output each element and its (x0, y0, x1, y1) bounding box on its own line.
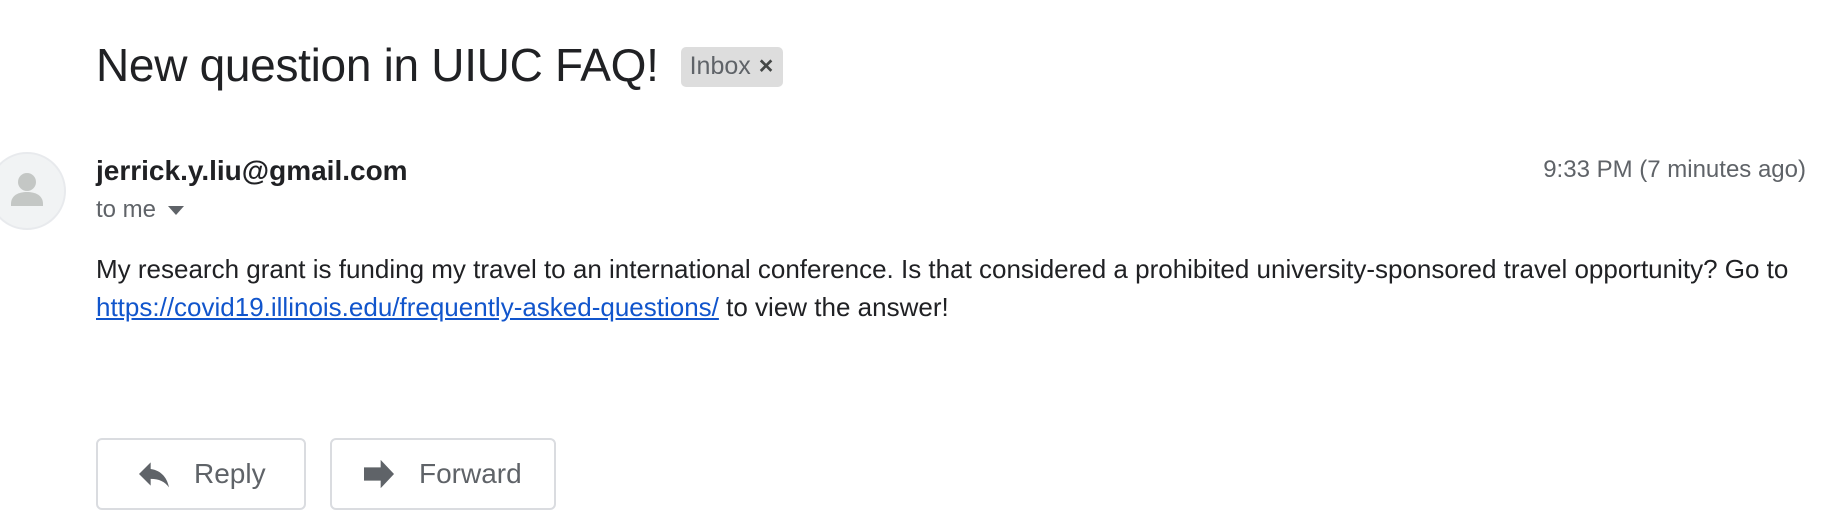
reply-button[interactable]: Reply (96, 438, 306, 510)
forward-label: Forward (419, 458, 522, 489)
subject-row: New question in UIUC FAQ! Inbox × (96, 38, 784, 92)
email-body-text: My research grant is funding my travel t… (96, 254, 1789, 284)
person-icon (11, 173, 43, 206)
sender-email[interactable]: jerrick.y.liu@gmail.com (96, 155, 408, 187)
chevron-down-icon[interactable] (168, 205, 185, 215)
label-chip-inbox: Inbox × (680, 47, 784, 87)
email-actions: Reply Forward (96, 438, 556, 510)
forward-button[interactable]: Forward (330, 438, 556, 510)
email-body: My research grant is funding my travel t… (96, 250, 1811, 326)
reply-label: Reply (194, 458, 266, 489)
reply-icon (134, 454, 174, 494)
forward-icon (359, 454, 399, 494)
label-chip-text: Inbox (689, 52, 751, 80)
close-icon[interactable]: × (759, 54, 774, 79)
recipients[interactable]: to me (96, 196, 185, 224)
email-timestamp: 9:33 PM (7 minutes ago) (1543, 156, 1806, 183)
avatar[interactable] (0, 152, 66, 230)
recipients-label: to me (96, 196, 157, 223)
email-subject: New question in UIUC FAQ! (96, 39, 659, 91)
faq-link[interactable]: https://covid19.illinois.edu/frequently-… (96, 292, 719, 322)
email-body-suffix: to view the answer! (718, 292, 949, 322)
